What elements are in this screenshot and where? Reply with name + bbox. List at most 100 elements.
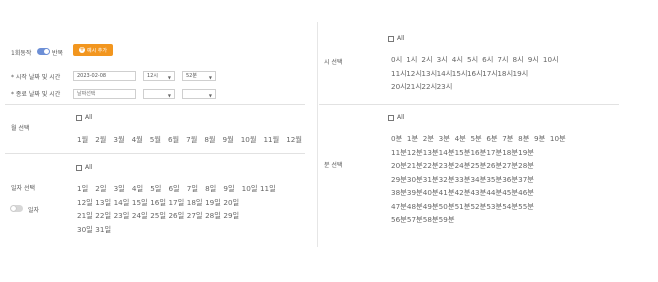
- minute-option[interactable]: 20분: [391, 159, 407, 173]
- minute-option[interactable]: 16분: [470, 146, 486, 160]
- hour-option[interactable]: 19시: [513, 67, 529, 81]
- minute-option[interactable]: 46분: [518, 186, 534, 200]
- minute-option[interactable]: 38분: [391, 186, 407, 200]
- minute-option[interactable]: 25분: [470, 159, 486, 173]
- day-option[interactable]: 1일: [77, 182, 95, 196]
- hour-option[interactable]: 16시: [467, 67, 483, 81]
- month-option[interactable]: 11월: [263, 133, 279, 147]
- day-option[interactable]: 26일: [168, 209, 186, 223]
- minute-option[interactable]: 49분: [423, 200, 439, 214]
- minute-option[interactable]: 42분: [455, 186, 471, 200]
- hour-option[interactable]: 10시: [543, 53, 559, 67]
- hour-option[interactable]: 7시: [497, 53, 512, 67]
- day-option[interactable]: 11일: [260, 182, 278, 196]
- minute-option[interactable]: 7분: [502, 132, 518, 146]
- minute-option[interactable]: 27분: [502, 159, 518, 173]
- minute-option[interactable]: 56분: [391, 213, 407, 227]
- hour-option[interactable]: 12시: [406, 67, 422, 81]
- month-option[interactable]: 8월: [204, 133, 215, 147]
- minute-option[interactable]: 17분: [486, 146, 502, 160]
- minute-option[interactable]: 18분: [502, 146, 518, 160]
- minute-option[interactable]: 54분: [502, 200, 518, 214]
- day-option[interactable]: 24일: [132, 209, 150, 223]
- day-option[interactable]: 7일: [187, 182, 205, 196]
- minute-option[interactable]: 19분: [518, 146, 534, 160]
- end-minute-select[interactable]: ▼: [182, 89, 216, 99]
- day-option[interactable]: 14일: [114, 196, 132, 210]
- hour-option[interactable]: 6시: [482, 53, 497, 67]
- hour-option[interactable]: 15시: [452, 67, 468, 81]
- minute-option[interactable]: 40분: [423, 186, 439, 200]
- day-option[interactable]: 3일: [114, 182, 132, 196]
- day-option[interactable]: 5일: [150, 182, 168, 196]
- minute-option[interactable]: 11분: [391, 146, 407, 160]
- minute-option[interactable]: 1분: [407, 132, 423, 146]
- minute-option[interactable]: 30분: [407, 173, 423, 187]
- day-option[interactable]: 30일: [77, 223, 95, 237]
- minute-option[interactable]: 3분: [439, 132, 455, 146]
- month-option[interactable]: 3월: [113, 133, 124, 147]
- minute-all-checkbox[interactable]: All: [388, 114, 404, 121]
- minute-option[interactable]: 13분: [423, 146, 439, 160]
- start-minute-select[interactable]: 52분 ▼: [182, 71, 216, 81]
- hour-option[interactable]: 13시: [421, 67, 437, 81]
- minute-option[interactable]: 21분: [407, 159, 423, 173]
- hour-all-checkbox[interactable]: All: [388, 35, 404, 42]
- minute-option[interactable]: 5분: [470, 132, 486, 146]
- minute-option[interactable]: 31분: [423, 173, 439, 187]
- minute-option[interactable]: 10분: [550, 132, 566, 146]
- day-option[interactable]: 9일: [223, 182, 241, 196]
- hour-option[interactable]: 1시: [406, 53, 421, 67]
- minute-option[interactable]: 57분: [407, 213, 423, 227]
- minute-option[interactable]: 28분: [518, 159, 534, 173]
- minute-option[interactable]: 50분: [439, 200, 455, 214]
- repeat-toggle[interactable]: [37, 48, 50, 55]
- day-option[interactable]: 23일: [114, 209, 132, 223]
- day-toggle[interactable]: [10, 205, 23, 212]
- hour-option[interactable]: 14시: [437, 67, 453, 81]
- minute-option[interactable]: 6분: [486, 132, 502, 146]
- month-option[interactable]: 4월: [132, 133, 143, 147]
- day-option[interactable]: 19일: [205, 196, 223, 210]
- minute-option[interactable]: 58분: [423, 213, 439, 227]
- minute-option[interactable]: 22분: [423, 159, 439, 173]
- minute-option[interactable]: 9분: [534, 132, 550, 146]
- month-option[interactable]: 2월: [95, 133, 106, 147]
- month-option[interactable]: 6월: [168, 133, 179, 147]
- day-option[interactable]: 12일: [77, 196, 95, 210]
- day-option[interactable]: 13일: [95, 196, 113, 210]
- hour-option[interactable]: 2시: [421, 53, 436, 67]
- end-date-input[interactable]: [73, 89, 136, 99]
- month-option[interactable]: 10월: [241, 133, 257, 147]
- minute-option[interactable]: 51분: [455, 200, 471, 214]
- minute-option[interactable]: 2분: [423, 132, 439, 146]
- minute-option[interactable]: 52분: [470, 200, 486, 214]
- minute-option[interactable]: 8분: [518, 132, 534, 146]
- hour-option[interactable]: 9시: [528, 53, 543, 67]
- start-hour-select[interactable]: 12시 ▼: [143, 71, 175, 81]
- minute-option[interactable]: 36분: [502, 173, 518, 187]
- day-option[interactable]: 10일: [242, 182, 260, 196]
- month-option[interactable]: 1월: [77, 133, 88, 147]
- hour-option[interactable]: 5시: [467, 53, 482, 67]
- month-option[interactable]: 7월: [186, 133, 197, 147]
- month-option[interactable]: 12월: [286, 133, 302, 147]
- hour-option[interactable]: 22시: [421, 80, 437, 94]
- minute-option[interactable]: 29분: [391, 173, 407, 187]
- minute-option[interactable]: 43분: [470, 186, 486, 200]
- hour-option[interactable]: 17시: [482, 67, 498, 81]
- minute-option[interactable]: 4분: [455, 132, 471, 146]
- day-option[interactable]: 15일: [132, 196, 150, 210]
- hour-option[interactable]: 20시: [391, 80, 407, 94]
- minute-option[interactable]: 24분: [455, 159, 471, 173]
- day-option[interactable]: 22일: [95, 209, 113, 223]
- start-date-input[interactable]: 2023-02-08: [73, 71, 136, 81]
- hour-option[interactable]: 21시: [406, 80, 422, 94]
- minute-option[interactable]: 41분: [439, 186, 455, 200]
- month-option[interactable]: 9월: [223, 133, 234, 147]
- minute-option[interactable]: 12분: [407, 146, 423, 160]
- day-option[interactable]: 29일: [223, 209, 241, 223]
- day-all-checkbox[interactable]: All: [76, 164, 92, 171]
- minute-option[interactable]: 37분: [518, 173, 534, 187]
- minute-option[interactable]: 53분: [486, 200, 502, 214]
